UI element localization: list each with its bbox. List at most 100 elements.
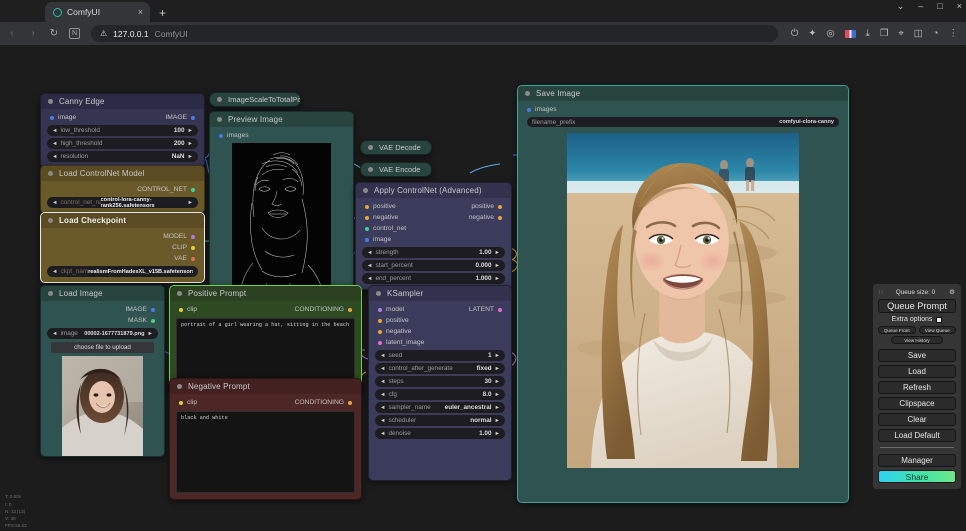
previous-icon[interactable]: ◄ (52, 331, 57, 337)
widget-ckpt-name[interactable]: ◄ ckpt_name realismFromHadesXL_v15B.safe… (47, 266, 198, 277)
decrement-icon[interactable]: ◄ (52, 128, 57, 134)
widget-seed[interactable]: ◄ seed 1 ► (375, 350, 505, 361)
share-button[interactable]: Share (878, 470, 956, 483)
increment-icon[interactable]: ► (495, 263, 500, 269)
output-slot-image[interactable]: IMAGE (125, 306, 155, 313)
output-dot-icon[interactable] (151, 307, 155, 312)
widget-start-percent[interactable]: ◄ start_percent 0.000 ► (362, 260, 505, 271)
previous-icon[interactable]: ◄ (52, 200, 57, 206)
download-icon[interactable]: ⤓ (866, 29, 870, 39)
node-title-bar[interactable]: Load ControlNet Model (41, 166, 204, 181)
widget-sampler-name[interactable]: ◄ sampler_name euler_ancestral ► (375, 402, 505, 413)
collapse-dot-icon[interactable] (48, 171, 53, 176)
next-icon[interactable]: ► (148, 331, 153, 337)
input-slot-image[interactable]: image (365, 236, 391, 243)
next-icon[interactable]: ► (495, 418, 500, 424)
collapse-dot-icon[interactable] (525, 91, 530, 96)
power-icon[interactable]: ⏻ (791, 29, 799, 39)
widget-denoise[interactable]: ◄ denoise 1.00 ► (375, 428, 505, 439)
flag-icon[interactable] (844, 29, 856, 38)
node-title-bar[interactable]: Load Image (41, 286, 164, 301)
collapse-dot-icon[interactable] (376, 291, 381, 296)
increment-icon[interactable]: ► (495, 431, 500, 437)
shield-icon[interactable]: ◎ (826, 29, 834, 39)
input-slot-image[interactable]: image (50, 114, 76, 121)
input-slot-negative[interactable]: negative (365, 214, 398, 221)
node-load-controlnet-model[interactable]: Load ControlNet Model CONTROL_NET ◄ cont… (40, 165, 205, 214)
widget-cfg[interactable]: ◄ cfg 8.0 ► (375, 389, 505, 400)
manager-button[interactable]: Manager (878, 454, 956, 467)
next-icon[interactable]: ► (188, 200, 193, 206)
collapse-dot-icon[interactable] (48, 99, 53, 104)
output-dot-icon[interactable] (191, 256, 195, 261)
extra-options-row[interactable]: Extra options (878, 316, 956, 323)
previous-icon[interactable]: ◄ (52, 269, 57, 275)
decrement-icon[interactable]: ◄ (367, 276, 372, 282)
collapse-dot-icon[interactable] (48, 291, 53, 296)
pin-icon[interactable]: ✦ (808, 29, 816, 39)
collapse-dot-icon[interactable] (217, 97, 222, 102)
comfyui-menu-panel[interactable]: ∷ Queue size: 0 ⚙ Queue Prompt Extra opt… (872, 283, 962, 490)
load-button[interactable]: Load (878, 365, 956, 378)
output-slot-model[interactable]: MODEL (163, 233, 195, 240)
screenshot-icon[interactable]: ⌖ (898, 29, 903, 39)
input-dot-icon[interactable] (365, 237, 369, 242)
decrement-icon[interactable]: ◄ (380, 379, 385, 385)
widget-steps[interactable]: ◄ steps 30 ► (375, 376, 505, 387)
input-slot-images[interactable]: images (527, 106, 557, 113)
new-tab-button[interactable]: + (159, 6, 166, 20)
input-dot-icon[interactable] (179, 400, 183, 405)
drag-handle-icon[interactable]: ∷ (879, 289, 883, 296)
node-load-checkpoint[interactable]: Load Checkpoint MODEL CLIP VAE ◄ ckpt_na… (40, 212, 205, 283)
node-vae-encode[interactable]: VAE Encode (360, 162, 432, 177)
output-dot-icon[interactable] (348, 307, 352, 312)
input-dot-icon[interactable] (219, 133, 223, 138)
output-dot-icon[interactable] (498, 215, 502, 220)
queue-prompt-button[interactable]: Queue Prompt (878, 299, 956, 313)
decrement-icon[interactable]: ◄ (367, 250, 372, 256)
input-slot-negative[interactable]: negative (378, 328, 411, 335)
output-slot-control-net[interactable]: CONTROL_NET (137, 186, 195, 193)
widget-strength[interactable]: ◄ strength 1.00 ► (362, 247, 505, 258)
next-icon[interactable]: ► (495, 405, 500, 411)
collapse-dot-icon[interactable] (48, 218, 53, 223)
input-slot-images[interactable]: images (219, 132, 249, 139)
widget-low-threshold[interactable]: ◄ low_threshold 100 ► (47, 125, 198, 136)
node-title-bar[interactable]: Apply ControlNet (Advanced) (356, 183, 511, 198)
input-slot-positive[interactable]: positive (378, 317, 409, 324)
more-menu-icon[interactable]: ⋮ (949, 29, 959, 39)
input-dot-icon[interactable] (365, 204, 369, 209)
profile-icon[interactable]: ◔ (933, 29, 939, 39)
workflow-canvas[interactable]: Canny Edge image IMAGE ◄ low_threshold 1… (0, 45, 966, 531)
view-history-button[interactable]: View History (891, 336, 943, 344)
output-dot-icon[interactable] (191, 187, 195, 192)
input-slot-clip[interactable]: clip (179, 306, 197, 313)
output-slot-conditioning[interactable]: CONDITIONING (295, 306, 352, 313)
collapse-dot-icon[interactable] (368, 167, 373, 172)
decrement-icon[interactable]: ◄ (52, 141, 57, 147)
input-dot-icon[interactable] (378, 329, 382, 334)
increment-icon[interactable]: ► (495, 379, 500, 385)
view-queue-button[interactable]: View Queue (918, 326, 956, 334)
output-dot-icon[interactable] (348, 400, 352, 405)
decrement-icon[interactable]: ◄ (380, 431, 385, 437)
back-icon[interactable]: ‹ (6, 28, 18, 39)
decrement-icon[interactable]: ◄ (367, 263, 372, 269)
input-slot-clip[interactable]: clip (179, 399, 197, 406)
collections-icon[interactable]: ❐ (880, 29, 889, 39)
node-title-bar[interactable]: KSampler (369, 286, 511, 301)
decrement-icon[interactable]: ◄ (380, 392, 385, 398)
chevron-down-icon[interactable]: ⌄ (897, 2, 905, 11)
node-canny-edge[interactable]: Canny Edge image IMAGE ◄ low_threshold 1… (40, 93, 205, 168)
input-dot-icon[interactable] (378, 307, 382, 312)
output-slot-clip[interactable]: CLIP (172, 244, 195, 251)
node-image-scale-to-total-pixels[interactable]: ImageScaleToTotalPix (209, 92, 301, 107)
input-slot-control-net[interactable]: control_net (365, 225, 406, 232)
widget-end-percent[interactable]: ◄ end_percent 1.000 ► (362, 273, 505, 284)
maximize-icon[interactable]: □ (937, 2, 942, 11)
increment-icon[interactable]: ► (495, 392, 500, 398)
widget-resolution[interactable]: ◄ resolution NaN ► (47, 151, 198, 162)
forward-icon[interactable]: › (27, 28, 39, 39)
node-vae-decode[interactable]: VAE Decode (360, 140, 432, 155)
output-slot-vae[interactable]: VAE (174, 255, 195, 262)
